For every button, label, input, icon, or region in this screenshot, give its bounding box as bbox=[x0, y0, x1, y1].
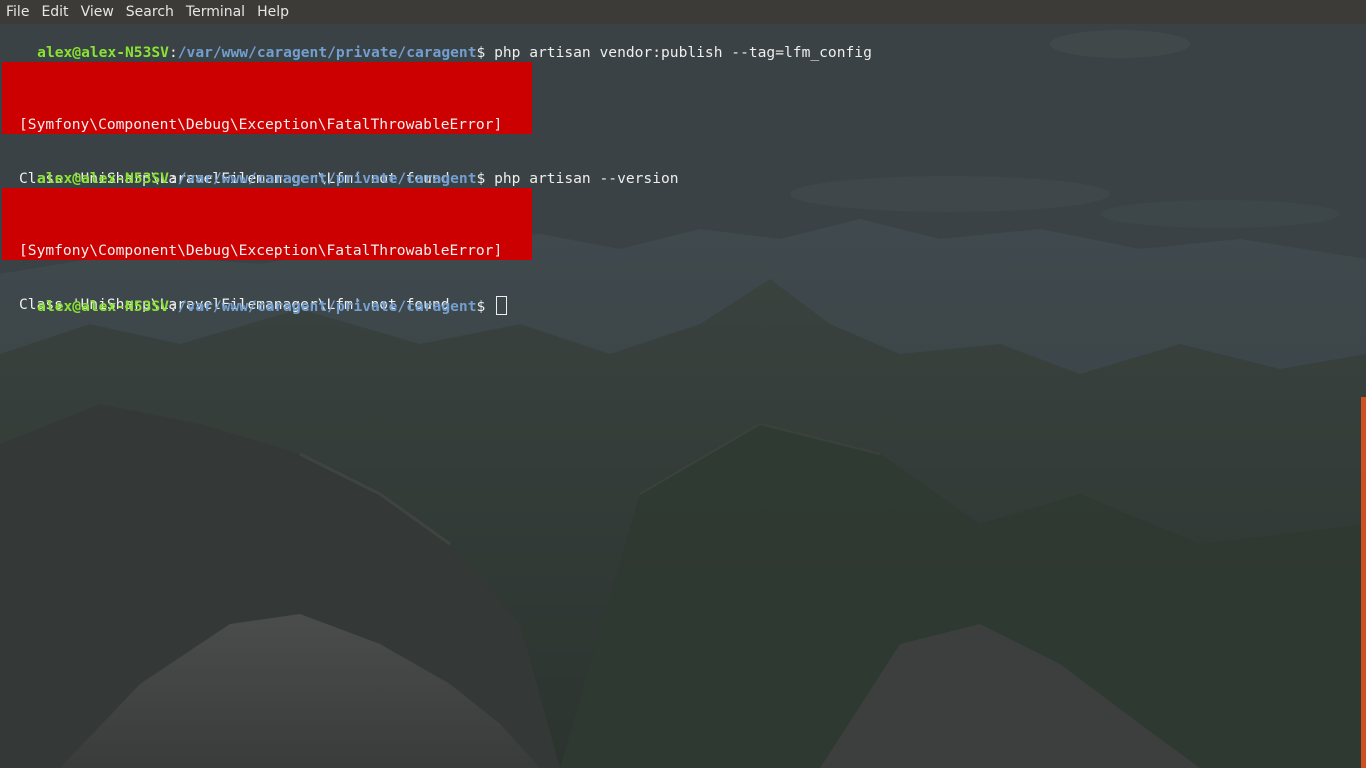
prompt-symbol: $ bbox=[476, 298, 495, 315]
prompt-user: alex@alex-N53SV bbox=[37, 44, 169, 61]
menu-search[interactable]: Search bbox=[120, 0, 180, 24]
error-box: [Symfony\Component\Debug\Exception\Fatal… bbox=[2, 188, 532, 313]
menu-help[interactable]: Help bbox=[251, 0, 295, 24]
error-exception-line: [Symfony\Component\Debug\Exception\Fatal… bbox=[19, 116, 503, 133]
menu-terminal[interactable]: Terminal bbox=[180, 0, 251, 24]
prompt-path: /var/www/caragent/private/caragent bbox=[177, 170, 477, 187]
prompt-symbol: $ bbox=[476, 44, 495, 61]
prompt-path: /var/www/caragent/private/caragent bbox=[177, 44, 477, 61]
menu-view[interactable]: View bbox=[75, 0, 120, 24]
terminal-scrollbar[interactable] bbox=[1361, 397, 1366, 768]
menu-file[interactable]: File bbox=[0, 0, 35, 24]
prompt-path: /var/www/caragent/private/caragent bbox=[177, 298, 477, 315]
terminal-line: alex@alex-N53SV:/var/www/caragent/privat… bbox=[2, 26, 872, 61]
prompt-separator: : bbox=[168, 170, 178, 187]
terminal-line: alex@alex-N53SV:/var/www/caragent/privat… bbox=[2, 152, 678, 187]
command-text: php artisan vendor:publish --tag=lfm_con… bbox=[494, 44, 872, 61]
menu-bar: File Edit View Search Terminal Help bbox=[0, 0, 1366, 24]
prompt-user: alex@alex-N53SV bbox=[37, 170, 169, 187]
prompt-symbol: $ bbox=[476, 170, 495, 187]
terminal-line: alex@alex-N53SV:/var/www/caragent/privat… bbox=[2, 278, 508, 315]
block-cursor-icon bbox=[496, 296, 508, 315]
menu-edit[interactable]: Edit bbox=[35, 0, 74, 24]
error-box: [Symfony\Component\Debug\Exception\Fatal… bbox=[2, 62, 532, 187]
error-exception-line: [Symfony\Component\Debug\Exception\Fatal… bbox=[19, 242, 503, 259]
command-text: php artisan --version bbox=[494, 170, 679, 187]
terminal-output[interactable]: alex@alex-N53SV:/var/www/caragent/privat… bbox=[0, 24, 1360, 768]
prompt-separator: : bbox=[168, 44, 178, 61]
prompt-user: alex@alex-N53SV bbox=[37, 298, 169, 315]
prompt-separator: : bbox=[168, 298, 178, 315]
